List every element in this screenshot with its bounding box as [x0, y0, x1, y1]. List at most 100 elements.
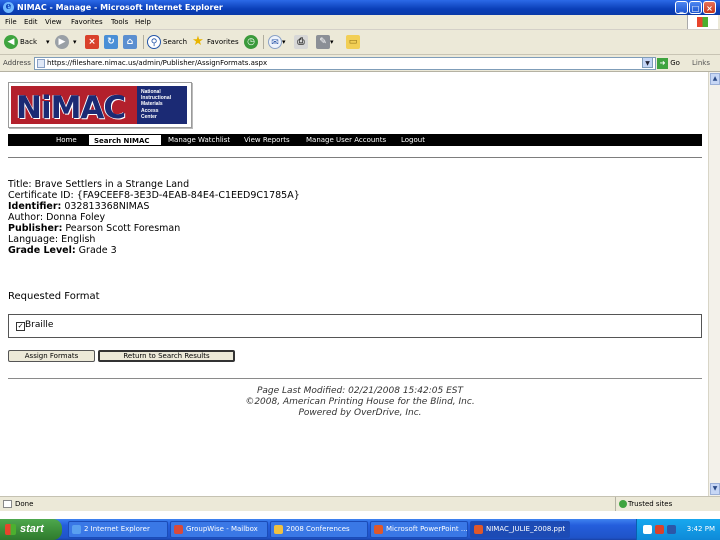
braille-label[interactable]: Braille: [25, 320, 53, 330]
toolbar: ◀ Back ▾ ▶ ▾ × ↻ ⌂ ⚲ Search ★ Favorites ◷ ✉…: [0, 30, 720, 55]
menu-tools[interactable]: Tools: [111, 15, 128, 29]
home-button[interactable]: ⌂: [123, 34, 137, 50]
requested-format-heading: Requested Format: [8, 291, 100, 302]
mail-button[interactable]: ✉ ▾: [268, 34, 286, 50]
author-row: Author: Donna Foley: [8, 212, 105, 223]
search-icon: ⚲: [147, 35, 161, 49]
taskbar-item-powerpoint[interactable]: Microsoft PowerPoint ...: [370, 521, 468, 538]
identifier-row: Identifier: 032813368NIMAS: [8, 201, 149, 212]
windows-flag-icon: [5, 524, 16, 535]
address-url[interactable]: https://fileshare.nimac.us/admin/Publish…: [47, 58, 267, 69]
grade-value: Grade 3: [78, 245, 117, 256]
forward-dropdown[interactable]: ▾: [73, 34, 77, 50]
certificate-id: {FA9CEEF8-3E3D-4EAB-84E4-C1EED9C1785A}: [76, 190, 300, 201]
menu-help[interactable]: Help: [135, 15, 151, 29]
nav-home[interactable]: Home: [56, 134, 77, 146]
menu-favorites[interactable]: Favorites: [71, 15, 103, 29]
menu-file[interactable]: File: [5, 15, 17, 29]
print-icon: ⎙: [294, 35, 308, 49]
book-title-row: Title: Brave Settlers in a Strange Land: [8, 179, 189, 190]
nav-logout[interactable]: Logout: [401, 134, 425, 146]
identifier-label: Identifier:: [8, 201, 62, 212]
author-label: Author:: [8, 212, 44, 223]
menu-edit[interactable]: Edit: [24, 15, 38, 29]
menu-view[interactable]: View: [45, 15, 62, 29]
nav-view-reports[interactable]: View Reports: [244, 134, 290, 146]
grade-row: Grade Level: Grade 3: [8, 245, 117, 256]
main-nav: Home Search NIMAC Manage Watchlist View …: [8, 134, 702, 146]
windows-logo-icon: [697, 17, 708, 27]
internet-explorer-icon: e: [3, 2, 14, 13]
start-button[interactable]: start: [0, 519, 62, 540]
edit-button[interactable]: ✎ ▾: [316, 34, 334, 50]
trusted-sites-icon: [619, 500, 627, 508]
go-button[interactable]: ➜ Go: [657, 56, 680, 70]
language-row: Language: English: [8, 234, 95, 245]
logo-line: Center: [141, 113, 157, 120]
stop-icon: ×: [85, 35, 99, 49]
taskbar-item-folder[interactable]: 2008 Conferences: [270, 521, 368, 538]
back-button[interactable]: ◀ Back: [4, 34, 37, 50]
powered-by: Powered by OverDrive, Inc.: [298, 408, 422, 418]
logo-red-panel: NiMAC: [11, 86, 139, 126]
scroll-down-arrow[interactable]: ▼: [710, 483, 720, 495]
close-button[interactable]: ×: [703, 1, 716, 14]
security-zone: Trusted sites: [615, 497, 672, 511]
go-arrow-icon: ➜: [657, 57, 668, 69]
scroll-up-arrow[interactable]: ▲: [710, 73, 720, 85]
history-icon: ◷: [244, 35, 258, 49]
taskbar-item-presentation[interactable]: NIMAC_JULIE_2008.ppt: [470, 521, 570, 538]
edit-icon: ✎: [316, 35, 330, 49]
groupwise-icon: [174, 525, 183, 534]
nav-search-nimac[interactable]: Search NIMAC: [88, 134, 162, 146]
author-value: Donna Foley: [46, 212, 106, 223]
forward-button[interactable]: ▶: [55, 34, 69, 50]
nimac-logo[interactable]: NiMAC National Instructional Materials A…: [8, 82, 192, 128]
folder-icon: ▭: [346, 35, 360, 49]
minimize-button[interactable]: _: [675, 1, 688, 14]
links-button[interactable]: Links: [692, 55, 710, 71]
nav-manage-watchlist[interactable]: Manage Watchlist: [168, 134, 230, 146]
tray-icon[interactable]: [667, 525, 676, 534]
windows-throbber: [687, 15, 718, 29]
powerpoint-icon: [374, 525, 383, 534]
clock[interactable]: 3:42 PM: [687, 519, 715, 540]
internet-explorer-icon: [72, 525, 81, 534]
divider: [8, 157, 702, 158]
taskbar: start 2 Internet Explorer GroupWise - Ma…: [0, 519, 720, 540]
tray-icon[interactable]: [655, 525, 664, 534]
search-button[interactable]: ⚲ Search: [147, 34, 187, 50]
status-bar: Done Trusted sites: [0, 496, 720, 511]
page-status-icon: [3, 500, 12, 508]
refresh-button[interactable]: ↻: [104, 34, 118, 50]
publisher-row: Publisher: Pearson Scott Foresman: [8, 223, 180, 234]
address-bar: Address https://fileshare.nimac.us/admin…: [0, 55, 720, 72]
window-title: NIMAC - Manage - Microsoft Internet Expl…: [17, 3, 223, 12]
taskbar-item-groupwise[interactable]: GroupWise - Mailbox: [170, 521, 268, 538]
history-button[interactable]: ◷: [244, 34, 258, 50]
publisher-label: Publisher:: [8, 223, 63, 234]
address-input[interactable]: https://fileshare.nimac.us/admin/Publish…: [34, 57, 656, 70]
favorites-star-icon: ★: [192, 34, 204, 49]
system-tray: 3:42 PM: [636, 519, 720, 540]
page-icon: [37, 59, 45, 68]
logo-wordmark: NiMAC: [16, 90, 126, 126]
back-dropdown[interactable]: ▾: [46, 34, 50, 50]
favorites-button[interactable]: ★ Favorites: [191, 34, 238, 50]
taskbar-item-internet-explorer[interactable]: 2 Internet Explorer: [68, 521, 168, 538]
nav-manage-user-accounts[interactable]: Manage User Accounts: [306, 134, 386, 146]
copyright: ©2008, American Printing House for the B…: [245, 397, 475, 407]
maximize-button[interactable]: □: [689, 1, 702, 14]
address-dropdown-button[interactable]: ▼: [642, 57, 653, 68]
return-to-search-results-button[interactable]: Return to Search Results: [98, 350, 235, 362]
address-label: Address: [3, 59, 31, 67]
identifier-value: 032813368NIMAS: [64, 201, 150, 212]
tray-icon[interactable]: [643, 525, 652, 534]
vertical-scrollbar[interactable]: ▲ ▼: [708, 72, 720, 496]
folder-button[interactable]: ▭: [346, 34, 360, 50]
print-button[interactable]: ⎙: [294, 34, 308, 50]
stop-button[interactable]: ×: [85, 34, 99, 50]
assign-formats-button[interactable]: Assign Formats: [8, 350, 95, 362]
braille-checkbox[interactable]: ✓: [16, 322, 25, 331]
refresh-icon: ↻: [104, 35, 118, 49]
